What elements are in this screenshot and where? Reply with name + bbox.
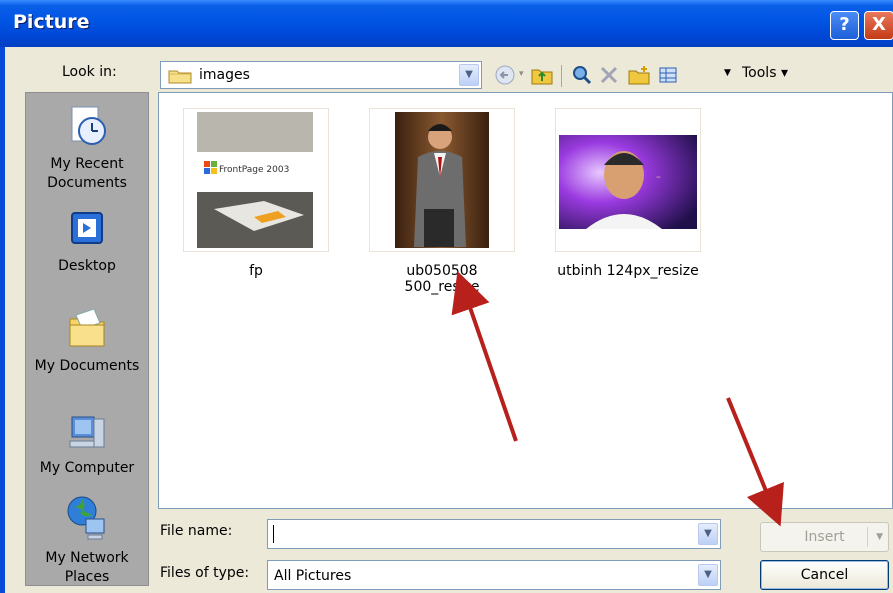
back-icon[interactable] — [494, 63, 516, 87]
chevron-down-icon[interactable]: ▼ — [698, 564, 718, 586]
place-label: My Computer — [39, 460, 135, 476]
file-thumbnail-utbinh[interactable]: ~ — [555, 108, 701, 252]
place-my-computer[interactable]: My Computer — [26, 411, 148, 478]
place-my-documents[interactable]: My Documents — [26, 303, 148, 376]
svg-text:FrontPage 2003: FrontPage 2003 — [219, 165, 289, 175]
svg-text:~: ~ — [656, 174, 661, 181]
dialog-title: Picture — [13, 11, 90, 33]
text-cursor — [273, 525, 274, 543]
file-thumbnail-fp[interactable]: FrontPage 2003 — [183, 108, 329, 252]
close-button[interactable]: X — [864, 11, 893, 40]
frontpage-box-image: FrontPage 2003 — [197, 112, 313, 248]
folder-icon — [168, 70, 192, 84]
file-name-caption: fp — [249, 263, 263, 279]
window-frame-left — [0, 47, 5, 593]
my-computer-icon — [69, 416, 105, 448]
picture-dialog: Picture ? X Look in: images ▼ ▾ ▼ Tools … — [0, 0, 893, 593]
chevron-down-icon[interactable]: ▼ — [459, 64, 479, 86]
chevron-down-icon[interactable]: ▼ — [698, 523, 718, 545]
insert-button-label: Insert — [804, 529, 845, 545]
cancel-button[interactable]: Cancel — [760, 560, 889, 590]
search-web-icon[interactable] — [571, 63, 593, 87]
portrait-photo: ~ — [559, 135, 697, 229]
place-label: Desktop — [58, 258, 116, 274]
file-list-view[interactable]: FrontPage 2003 fp ub050508 500_resize ~ … — [158, 92, 893, 509]
place-label: My Documents — [34, 358, 140, 374]
place-label: My Network Places — [45, 550, 129, 585]
insert-options-dropdown-icon[interactable]: ▼ — [876, 523, 883, 551]
back-dropdown-icon[interactable]: ▾ — [519, 69, 524, 79]
look-in-dropdown[interactable]: images ▼ — [160, 61, 482, 89]
look-in-label: Look in: — [62, 64, 117, 80]
place-label: My Recent Documents — [47, 156, 127, 191]
network-places-icon — [67, 496, 105, 540]
files-of-type-label: Files of type: — [160, 565, 250, 581]
title-bar[interactable]: Picture ? X — [0, 0, 893, 47]
tools-menu[interactable]: Tools ▾ — [742, 65, 788, 81]
file-name-label: File name: — [160, 523, 233, 539]
file-name-caption: utbinh 124px_resize — [557, 263, 699, 279]
files-of-type-value: All Pictures — [274, 568, 352, 584]
delete-icon[interactable] — [598, 63, 620, 87]
file-name-caption: ub050508 500_resize — [404, 263, 480, 295]
up-folder-icon[interactable] — [530, 63, 554, 87]
place-network[interactable]: My Network Places — [26, 493, 148, 587]
my-documents-icon — [69, 308, 105, 347]
help-button[interactable]: ? — [830, 11, 859, 40]
file-name-field[interactable]: ▼ — [267, 519, 721, 549]
place-recent-documents[interactable]: My Recent Documents — [26, 101, 148, 193]
split-separator — [867, 527, 868, 547]
new-folder-icon[interactable] — [627, 63, 651, 87]
recent-documents-icon — [71, 106, 106, 145]
man-in-suit-photo — [395, 112, 489, 248]
views-icon[interactable] — [657, 63, 679, 87]
files-of-type-dropdown[interactable]: All Pictures ▼ — [267, 560, 721, 590]
views-dropdown-icon[interactable]: ▼ — [724, 68, 731, 78]
places-bar: My Recent Documents Desktop My Documents — [25, 92, 149, 586]
toolbar-separator — [561, 65, 562, 87]
insert-button[interactable]: Insert ▼ — [760, 522, 889, 552]
place-desktop[interactable]: Desktop — [26, 209, 148, 276]
desktop-icon — [71, 212, 103, 244]
file-thumbnail-ub050508[interactable] — [369, 108, 515, 252]
look-in-value: images — [199, 67, 250, 83]
